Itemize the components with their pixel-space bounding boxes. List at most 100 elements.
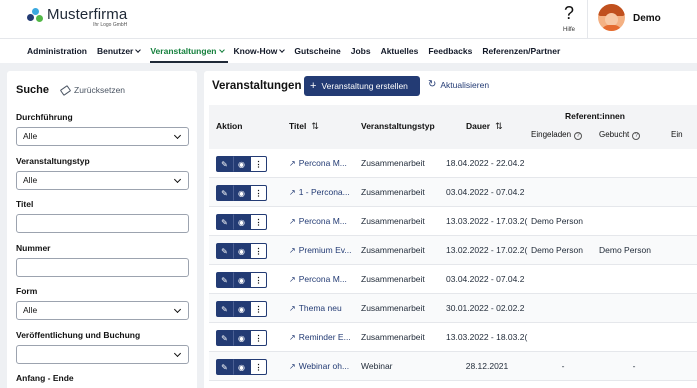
- veranstaltungstyp-select[interactable]: Alle: [16, 171, 189, 190]
- edit-button[interactable]: ✎: [216, 272, 233, 288]
- event-title-link[interactable]: ↗ Webinar oh...: [289, 361, 357, 371]
- nav-item[interactable]: Jobs: [351, 39, 375, 63]
- visibility-button[interactable]: ◉: [233, 272, 250, 288]
- row-actions: ✎ ◉ ⋮: [216, 156, 267, 172]
- visibility-button[interactable]: ◉: [233, 156, 250, 172]
- nav-item[interactable]: Benutzer: [97, 39, 144, 63]
- help-button[interactable]: ? Hilfe: [557, 4, 581, 34]
- pencil-icon: ✎: [221, 246, 228, 256]
- more-vertical-icon: ⋮: [254, 275, 263, 285]
- nav-item[interactable]: Administration: [27, 39, 91, 63]
- reset-button[interactable]: Zurücksetzen: [59, 84, 125, 96]
- event-booked: Demo Person: [599, 245, 651, 255]
- more-button[interactable]: ⋮: [250, 359, 267, 375]
- nav-item[interactable]: Know-How: [234, 39, 289, 63]
- external-link-icon: ↗: [289, 275, 296, 284]
- more-button[interactable]: ⋮: [250, 301, 267, 317]
- company-logo[interactable]: Musterfirma Ihr Logo GmbH: [27, 7, 127, 28]
- chevron-down-icon: [173, 349, 182, 358]
- edit-button[interactable]: ✎: [216, 156, 233, 172]
- nav-item-label: Benutzer: [96, 46, 134, 56]
- table-row: ✎ ◉ ⋮ ↗ Reminder E... Zusammenarbeit 13.03.202…: [209, 323, 697, 352]
- event-title: Reminder E...: [298, 332, 351, 342]
- event-duration: 13.02.2022 - 17.02.2(: [446, 245, 528, 255]
- col-typ: Veranstaltungstyp: [361, 121, 435, 131]
- eye-icon: ◉: [238, 275, 245, 285]
- refresh-label: Aktualisieren: [440, 80, 490, 90]
- pencil-icon: ✎: [221, 159, 228, 169]
- more-button[interactable]: ⋮: [250, 185, 267, 201]
- external-link-icon: ↗: [289, 159, 296, 168]
- form-label: Form: [16, 286, 38, 296]
- external-link-icon: ↗: [289, 217, 296, 226]
- sidebar-title: Suche: [16, 84, 50, 96]
- edit-button[interactable]: ✎: [216, 214, 233, 230]
- visibility-button[interactable]: ◉: [233, 330, 250, 346]
- event-invited: Demo Person: [531, 216, 583, 226]
- user-name[interactable]: Demo: [633, 13, 661, 24]
- pencil-icon: ✎: [221, 188, 228, 198]
- visibility-button[interactable]: ◉: [233, 301, 250, 317]
- more-button[interactable]: ⋮: [250, 272, 267, 288]
- refresh-button[interactable]: ↻ Aktualisieren: [428, 80, 490, 91]
- event-duration: 30.01.2022 - 02.02.2: [446, 303, 525, 313]
- event-title-link[interactable]: ↗ 1 - Percona...: [289, 187, 357, 197]
- event-title-link[interactable]: ↗ Reminder E...: [289, 332, 357, 342]
- more-button[interactable]: ⋮: [250, 243, 267, 259]
- visibility-button[interactable]: ◉: [233, 185, 250, 201]
- nav-item[interactable]: Gutscheine: [294, 39, 344, 63]
- external-link-icon: ↗: [289, 362, 296, 371]
- event-invited: Demo Person: [531, 245, 583, 255]
- veroeffentlichung-select[interactable]: [16, 345, 189, 364]
- event-title-link[interactable]: ↗ Thema neu: [289, 303, 357, 313]
- nav-item[interactable]: Feedbacks: [428, 39, 476, 63]
- durchfuehrung-select[interactable]: Alle: [16, 127, 189, 146]
- visibility-button[interactable]: ◉: [233, 214, 250, 230]
- logo-mark-icon: [27, 8, 44, 24]
- edit-button[interactable]: ✎: [216, 243, 233, 259]
- nav-item-label: Administration: [27, 46, 87, 56]
- nummer-input[interactable]: [16, 258, 189, 277]
- table-row: ✎ ◉ ⋮ ↗ Premium Ev... Zusammenarbeit 13.02.202…: [209, 236, 697, 265]
- nav-item-label: Feedbacks: [428, 46, 473, 56]
- table-row: ✎ ◉ ⋮ ↗ Percona M... Zusammenarbeit 03.04.2022…: [209, 265, 697, 294]
- edit-button[interactable]: ✎: [216, 301, 233, 317]
- event-title-link[interactable]: ↗ Percona M...: [289, 274, 357, 284]
- edit-button[interactable]: ✎: [216, 185, 233, 201]
- col-gebucht: Gebucht: [599, 130, 630, 139]
- event-booked: -: [632, 361, 636, 371]
- form-select[interactable]: Alle: [16, 301, 189, 320]
- nav-item-label: Know-How: [233, 46, 278, 56]
- nav-item[interactable]: Referenzen/Partner: [482, 39, 564, 63]
- more-button[interactable]: ⋮: [250, 330, 267, 346]
- event-title-link[interactable]: ↗ Percona M...: [289, 158, 357, 168]
- table-row: ✎ ◉ ⋮ ↗ Webinar oh... Webinar 28.12.2021- -: [209, 352, 697, 381]
- sort-icon: ⇅: [495, 121, 503, 131]
- help-label: Hilfe: [562, 27, 575, 33]
- event-title-link[interactable]: ↗ Premium Ev...: [289, 245, 357, 255]
- event-invited: -: [561, 361, 565, 371]
- nav-item-label: Veranstaltungen: [150, 46, 217, 56]
- col-dauer-header[interactable]: Dauer ⇅: [466, 121, 503, 132]
- more-vertical-icon: ⋮: [254, 159, 263, 169]
- visibility-button[interactable]: ◉: [233, 359, 250, 375]
- nav-item[interactable]: Veranstaltungen: [150, 39, 228, 63]
- nav-item[interactable]: Aktuelles: [381, 39, 423, 63]
- more-button[interactable]: ⋮: [250, 156, 267, 172]
- create-event-button[interactable]: + Veranstaltung erstellen: [304, 76, 420, 96]
- event-title-link[interactable]: ↗ Percona M...: [289, 216, 357, 226]
- user-avatar[interactable]: [598, 4, 625, 31]
- info-icon[interactable]: ?: [632, 132, 641, 140]
- col-titel: Titel: [289, 121, 307, 131]
- edit-button[interactable]: ✎: [216, 330, 233, 346]
- titel-input[interactable]: [16, 214, 189, 233]
- row-actions: ✎ ◉ ⋮: [216, 301, 267, 317]
- col-titel-header[interactable]: Titel ⇅: [289, 121, 319, 132]
- visibility-button[interactable]: ◉: [233, 243, 250, 259]
- header-divider: [587, 0, 588, 38]
- edit-button[interactable]: ✎: [216, 359, 233, 375]
- more-vertical-icon: ⋮: [254, 304, 263, 314]
- more-button[interactable]: ⋮: [250, 214, 267, 230]
- info-icon[interactable]: ?: [574, 132, 583, 140]
- chevron-down-icon: [135, 47, 142, 53]
